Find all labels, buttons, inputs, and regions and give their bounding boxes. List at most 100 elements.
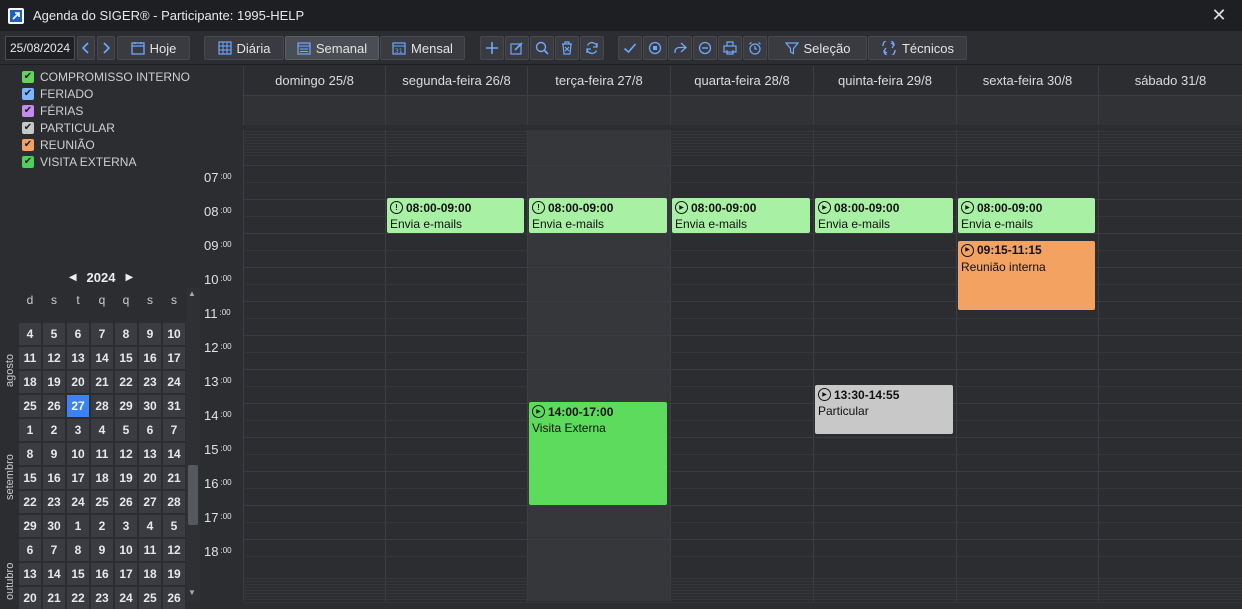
mini-calendar-day[interactable]: 13 [67,347,89,369]
mini-calendar-day[interactable]: 26 [115,491,137,513]
appointment[interactable]: ▶ 08:00-09:00 Envia e-mails [958,198,1095,233]
mini-calendar-day[interactable]: 25 [19,395,41,417]
mini-calendar-day[interactable]: 11 [139,539,161,561]
prev-year-icon[interactable]: ◀ [69,272,77,283]
mini-calendar-day[interactable]: 19 [43,371,65,393]
mini-calendar-day[interactable]: 15 [19,467,41,489]
mini-calendar-day[interactable]: 11 [91,443,113,465]
mini-calendar-day[interactable]: 7 [163,419,185,441]
legend-item[interactable]: ✔ COMPROMISSO INTERNO [22,68,202,85]
all-day-cell[interactable] [527,95,670,125]
mini-calendar-day[interactable]: 17 [67,467,89,489]
all-day-cell[interactable] [1098,95,1242,125]
appointment[interactable]: ! 08:00-09:00 Envia e-mails [387,198,524,233]
mini-calendar-day[interactable]: 21 [91,371,113,393]
day-column[interactable] [1098,130,1242,601]
mini-calendar-day[interactable]: 28 [163,491,185,513]
appointment[interactable]: ▶ 08:00-09:00 Envia e-mails [815,198,953,233]
add-appointment-button[interactable] [480,36,504,60]
day-column[interactable] [243,130,385,601]
stop-button[interactable] [643,36,667,60]
mini-calendar-day[interactable]: 14 [163,443,185,465]
mini-calendar-day[interactable]: 4 [91,419,113,441]
confirm-button[interactable] [618,36,642,60]
mini-calendar-day[interactable]: 31 [163,395,185,417]
mini-calendar-day[interactable]: 24 [115,587,137,609]
checkbox-checked-icon[interactable]: ✔ [22,87,34,100]
mini-calendar-day[interactable]: 28 [91,395,113,417]
day-header[interactable]: quarta-feira 28/8 [670,66,813,95]
mini-calendar-day[interactable]: 15 [67,563,89,585]
day-header[interactable]: sábado 31/8 [1098,66,1242,95]
all-day-cell[interactable] [956,95,1098,125]
appointment[interactable]: ▶ 13:30-14:55 Particular [815,385,953,435]
checkbox-checked-icon[interactable]: ✔ [22,104,34,117]
scroll-up-icon[interactable]: ▲ [188,289,196,298]
mini-calendar-day[interactable]: 9 [43,443,65,465]
mini-calendar-day[interactable]: 24 [67,491,89,513]
today-button[interactable]: Hoje [117,36,190,60]
mini-calendar-day[interactable]: 10 [115,539,137,561]
view-weekly-button[interactable]: Semanal [285,36,379,60]
mini-calendar-day[interactable]: 10 [163,323,185,345]
day-header[interactable]: segunda-feira 26/8 [385,66,527,95]
delete-button[interactable] [555,36,579,60]
mini-calendar-day[interactable]: 13 [19,563,41,585]
mini-calendar-day[interactable]: 8 [19,443,41,465]
prev-week-button[interactable] [77,36,95,60]
technicians-button[interactable]: Técnicos [868,36,967,60]
mini-calendar-day[interactable]: 13 [139,443,161,465]
mini-calendar-day[interactable]: 16 [91,563,113,585]
legend-item[interactable]: ✔ REUNIÃO [22,136,202,153]
mini-calendar-day[interactable]: 1 [67,515,89,537]
mini-calendar-day[interactable]: 6 [67,323,89,345]
mini-calendar-day[interactable]: 25 [91,491,113,513]
mini-calendar-day[interactable]: 8 [115,323,137,345]
all-day-cell[interactable] [670,95,813,125]
mini-calendar-day[interactable]: 22 [19,491,41,513]
mini-calendar-day[interactable]: 7 [91,323,113,345]
mini-calendar-day[interactable]: 12 [115,443,137,465]
mini-calendar-day[interactable]: 5 [43,323,65,345]
mini-calendar-day[interactable]: 18 [139,563,161,585]
mini-calendar-day[interactable]: 4 [139,515,161,537]
mini-calendar-day[interactable]: 7 [43,539,65,561]
mini-calendar-day[interactable]: 2 [91,515,113,537]
mini-calendar-day[interactable]: 9 [91,539,113,561]
date-input[interactable] [5,36,75,60]
mini-calendar-day[interactable]: 27 [67,395,89,417]
mini-calendar-day[interactable]: 19 [163,563,185,585]
mini-calendar-day[interactable]: 5 [163,515,185,537]
legend-item[interactable]: ✔ VISITA EXTERNA [22,153,202,170]
view-daily-button[interactable]: Diária [204,36,284,60]
mini-calendar-day[interactable]: 18 [19,371,41,393]
mini-calendar-day[interactable]: 16 [139,347,161,369]
remove-button[interactable] [693,36,717,60]
mini-calendar-day[interactable]: 30 [139,395,161,417]
mini-calendar-day[interactable]: 29 [115,395,137,417]
mini-calendar-day[interactable]: 23 [91,587,113,609]
mini-calendar-scrollbar[interactable] [186,288,200,601]
mini-calendar-day[interactable]: 17 [115,563,137,585]
day-header[interactable]: domingo 25/8 [243,66,385,95]
next-week-button[interactable] [97,36,115,60]
mini-calendar-scroll-thumb[interactable] [188,465,198,525]
mini-calendar-day[interactable]: 19 [115,467,137,489]
mini-calendar-day[interactable]: 22 [67,587,89,609]
mini-calendar-day[interactable]: 11 [19,347,41,369]
checkbox-checked-icon[interactable]: ✔ [22,155,34,168]
mini-calendar-day[interactable]: 25 [139,587,161,609]
mini-calendar-day[interactable]: 3 [115,515,137,537]
appointment[interactable]: ▶ 08:00-09:00 Envia e-mails [672,198,810,233]
scroll-down-icon[interactable]: ▼ [188,588,196,597]
mini-calendar-day[interactable]: 15 [115,347,137,369]
mini-calendar-day[interactable]: 21 [163,467,185,489]
mini-calendar-day[interactable]: 1 [19,419,41,441]
mini-calendar-day[interactable]: 12 [43,347,65,369]
mini-calendar-day[interactable]: 8 [67,539,89,561]
mini-calendar-day[interactable]: 5 [115,419,137,441]
mini-calendar-day[interactable]: 6 [139,419,161,441]
mini-calendar-day[interactable]: 29 [19,515,41,537]
edit-appointment-button[interactable] [505,36,529,60]
appointment[interactable]: ▶ 14:00-17:00 Visita Externa [529,402,667,505]
